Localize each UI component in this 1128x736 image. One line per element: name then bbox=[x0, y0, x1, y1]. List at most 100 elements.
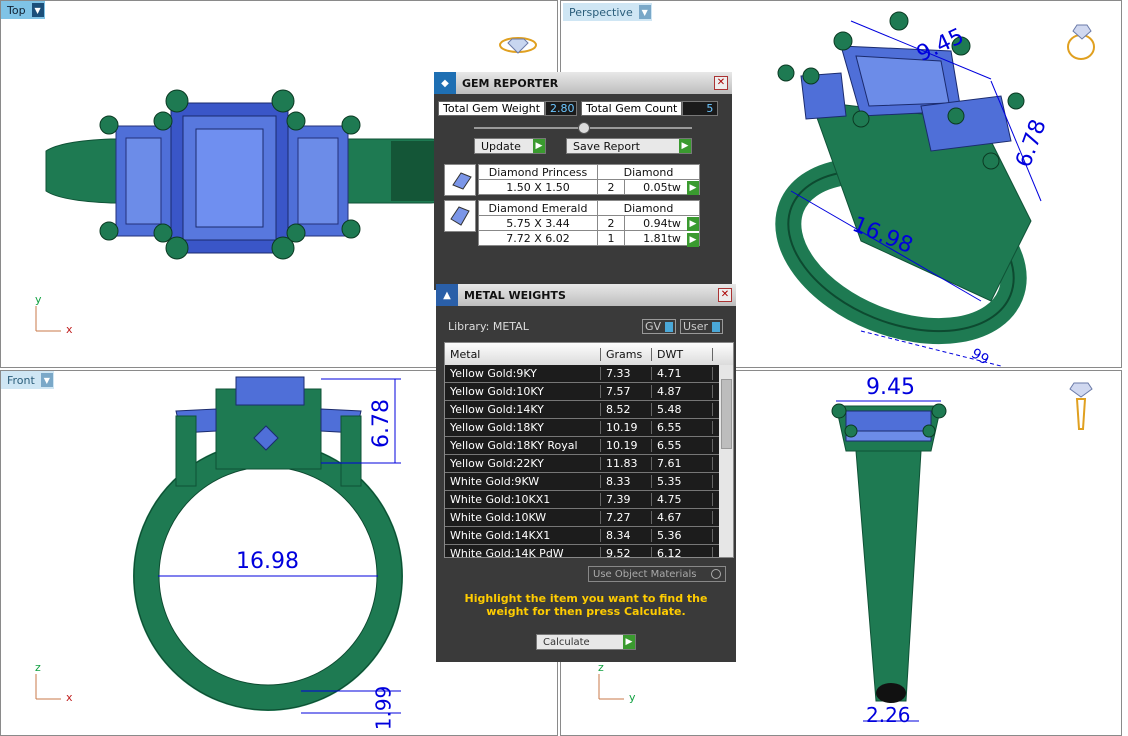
close-icon[interactable]: ✕ bbox=[714, 76, 728, 90]
metal-name: White Gold:9KW bbox=[445, 475, 601, 488]
total-gem-weight-value: 2.80 bbox=[545, 101, 578, 116]
play-icon[interactable]: ▶ bbox=[687, 233, 699, 247]
radio-icon bbox=[711, 569, 721, 579]
slider-thumb[interactable] bbox=[578, 122, 590, 134]
metal-dwt: 5.35 bbox=[652, 475, 713, 488]
ring-side-icon bbox=[1069, 382, 1093, 430]
gem-reporter-panel: ◆ GEM REPORTER ✕ Total Gem Weight 2.80 T… bbox=[434, 72, 732, 290]
user-toggle[interactable]: User bbox=[680, 319, 724, 334]
metal-row[interactable]: White Gold:10KW 7.27 4.67 bbox=[445, 509, 733, 527]
chevron-down-icon[interactable]: ▼ bbox=[40, 373, 53, 387]
gem-count: 1 bbox=[597, 230, 625, 246]
metal-name: White Gold:14KX1 bbox=[445, 529, 601, 542]
metal-dwt: 6.55 bbox=[652, 439, 713, 452]
axis-x-label: x bbox=[66, 691, 73, 704]
use-object-materials-toggle[interactable]: Use Object Materials bbox=[588, 566, 726, 582]
ring-perspective-icon bbox=[1067, 24, 1095, 60]
metal-grams: 7.33 bbox=[601, 367, 652, 380]
dim-band-label: 1.99 bbox=[371, 685, 396, 731]
metal-grams: 8.34 bbox=[601, 529, 652, 542]
gem-name: Diamond Emerald bbox=[478, 200, 598, 216]
total-gem-count-label: Total Gem Count bbox=[581, 101, 683, 116]
metal-grams: 8.52 bbox=[601, 403, 652, 416]
gem-material: Diamond bbox=[597, 164, 700, 180]
gv-toggle[interactable]: GV bbox=[642, 319, 677, 334]
metal-row[interactable]: Yellow Gold:18KY Royal 10.19 6.55 bbox=[445, 437, 733, 455]
gem-size: 1.50 X 1.50 bbox=[478, 179, 598, 195]
update-button[interactable]: Update ▶ bbox=[474, 138, 546, 154]
viewport-front-label: Front bbox=[7, 373, 35, 387]
viewport-front-tab[interactable]: Front ▼ bbox=[1, 371, 54, 389]
user-label: User bbox=[683, 320, 709, 333]
metal-dwt: 7.61 bbox=[652, 457, 713, 470]
col-grams[interactable]: Grams bbox=[601, 347, 652, 361]
metal-row[interactable]: Yellow Gold:22KY 11.83 7.61 bbox=[445, 455, 733, 473]
metal-dwt: 4.71 bbox=[652, 367, 713, 380]
gem-emerald-icon bbox=[444, 200, 476, 232]
metal-grams: 7.39 bbox=[601, 493, 652, 506]
play-icon: ▶ bbox=[679, 139, 691, 153]
gem-size: 7.72 X 6.02 bbox=[478, 230, 598, 246]
total-gem-count-value: 5 bbox=[682, 101, 719, 116]
viewport-top-tab[interactable]: Top ▼ bbox=[1, 1, 45, 19]
hint-text: Highlight the item you want to find the … bbox=[464, 592, 708, 618]
dim-height-label: 6.78 bbox=[368, 399, 394, 448]
close-icon[interactable]: ✕ bbox=[718, 288, 732, 302]
metal-name: Yellow Gold:18KY bbox=[445, 421, 601, 434]
gv-label: GV bbox=[645, 320, 662, 333]
metal-dwt: 4.75 bbox=[652, 493, 713, 506]
total-gem-weight-label: Total Gem Weight bbox=[438, 101, 546, 116]
metal-dwt: 5.48 bbox=[652, 403, 713, 416]
axis-y-label: y bbox=[35, 293, 42, 306]
viewport-perspective-tab[interactable]: Perspective ▼ bbox=[563, 3, 652, 21]
metal-grams: 10.19 bbox=[601, 439, 652, 452]
update-label: Update bbox=[481, 139, 521, 153]
metal-row[interactable]: White Gold:10KX1 7.39 4.75 bbox=[445, 491, 733, 509]
metal-list[interactable]: Metal Grams DWT Yellow Gold:9KY 7.33 4.71 Y… bbox=[444, 342, 734, 558]
dim-thickness-label: 2.26 bbox=[866, 703, 911, 727]
scrollbar[interactable] bbox=[719, 365, 733, 557]
gem-reporter-titlebar[interactable]: ◆ GEM REPORTER ✕ bbox=[434, 72, 732, 94]
metal-row[interactable]: Yellow Gold:14KY 8.52 5.48 bbox=[445, 401, 733, 419]
col-dwt[interactable]: DWT bbox=[652, 347, 713, 361]
col-metal[interactable]: Metal bbox=[445, 347, 601, 361]
metal-grams: 10.19 bbox=[601, 421, 652, 434]
chevron-down-icon[interactable]: ▼ bbox=[638, 5, 651, 19]
dim-diameter-label: 16.98 bbox=[236, 549, 299, 574]
metal-name: Yellow Gold:18KY Royal bbox=[445, 439, 601, 452]
gem-count: 2 bbox=[597, 179, 625, 195]
scrollbar-thumb[interactable] bbox=[721, 379, 732, 449]
metal-grams: 8.33 bbox=[601, 475, 652, 488]
metal-grams: 7.27 bbox=[601, 511, 652, 524]
library-label: Library: METAL bbox=[448, 320, 529, 333]
gem-reporter-icon: ◆ bbox=[434, 72, 456, 94]
dim-width-label: 9.45 bbox=[866, 375, 915, 400]
metal-name: Yellow Gold:22KY bbox=[445, 457, 601, 470]
metal-grams: 9.52 bbox=[601, 547, 652, 557]
gem-group-emerald: Diamond Emerald Diamond 5.75 X 3.44 2 0.… bbox=[478, 200, 700, 246]
metal-weights-icon: ▲ bbox=[436, 284, 458, 306]
axis-y-label: y bbox=[629, 691, 636, 704]
axis-z-label: z bbox=[598, 661, 604, 674]
chevron-down-icon[interactable]: ▼ bbox=[31, 3, 44, 17]
play-icon[interactable]: ▶ bbox=[687, 181, 699, 195]
ring-top-icon bbox=[499, 37, 537, 54]
metal-list-header: Metal Grams DWT bbox=[445, 343, 733, 365]
gem-size: 5.75 X 3.44 bbox=[478, 215, 598, 231]
metal-row[interactable]: Yellow Gold:18KY 10.19 6.55 bbox=[445, 419, 733, 437]
metal-name: Yellow Gold:14KY bbox=[445, 403, 601, 416]
calculate-button[interactable]: Calculate ▶ bbox=[536, 634, 636, 650]
metal-name: White Gold:14K PdW bbox=[445, 547, 601, 557]
metal-row[interactable]: White Gold:9KW 8.33 5.35 bbox=[445, 473, 733, 491]
play-icon: ▶ bbox=[623, 635, 635, 649]
metal-row[interactable]: White Gold:14K PdW 9.52 6.12 bbox=[445, 545, 733, 557]
play-icon[interactable]: ▶ bbox=[687, 217, 699, 231]
totals-row: Total Gem Weight 2.80 Total Gem Count 5 bbox=[438, 101, 719, 116]
metal-row[interactable]: Yellow Gold:9KY 7.33 4.71 bbox=[445, 365, 733, 383]
axis-z-label: z bbox=[35, 661, 41, 674]
metal-row[interactable]: Yellow Gold:10KY 7.57 4.87 bbox=[445, 383, 733, 401]
metal-weights-titlebar[interactable]: ▲ METAL WEIGHTS ✕ bbox=[436, 284, 736, 306]
metal-row[interactable]: White Gold:14KX1 8.34 5.36 bbox=[445, 527, 733, 545]
metal-weights-title: METAL WEIGHTS bbox=[464, 288, 566, 302]
save-report-button[interactable]: Save Report ▶ bbox=[566, 138, 692, 154]
